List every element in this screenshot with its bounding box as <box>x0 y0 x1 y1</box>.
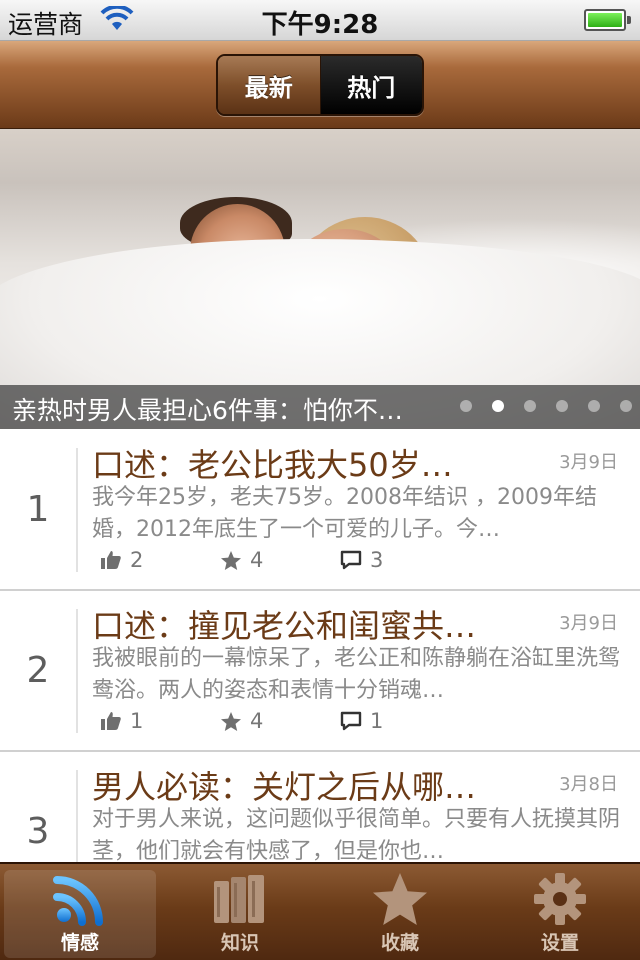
favorite-count-value: 4 <box>250 709 264 733</box>
rss-icon <box>53 870 107 928</box>
article-title: 男人必读：关灯之后从哪… <box>92 768 477 806</box>
article-title: 口述：撞见老公和闺蜜共… <box>92 607 477 645</box>
article-rank: 2 <box>26 650 50 691</box>
article-summary: 对于男人来说，这问题似乎很简单。只要有人抚摸其阴茎，他们就会有快感了，但是你也… <box>92 807 620 862</box>
featured-banner[interactable]: 亲热时男人最担心6件事：怕你不… <box>0 129 640 429</box>
page-dot-active <box>492 400 504 412</box>
segment-latest[interactable]: 最新 <box>218 56 321 114</box>
divider <box>76 609 78 733</box>
page-indicator[interactable] <box>440 400 632 412</box>
tab-emotion[interactable]: 情感 <box>4 870 156 958</box>
page-dot <box>460 400 472 412</box>
gear-icon <box>532 870 588 928</box>
article-summary: 我被眼前的一幕惊呆了，老公正和陈静躺在浴缸里洗鸳鸯浴。两人的姿态和表情十分销魂… <box>92 646 620 703</box>
star-icon <box>221 711 241 731</box>
divider <box>76 448 78 572</box>
tab-label: 情感 <box>60 932 99 954</box>
comment-count: 3 <box>340 548 383 572</box>
article-stats: 1 4 1 <box>100 709 620 739</box>
comment-count: 1 <box>340 709 383 733</box>
tab-label: 收藏 <box>380 932 419 954</box>
page-dot <box>588 400 600 412</box>
battery-icon <box>584 9 631 31</box>
navigation-bar: 最新 热门 <box>0 41 640 129</box>
comment-count-value: 3 <box>370 548 384 572</box>
app-screen: 运营商 下午9:28 最新 热门 亲热时男人最担心6件事：怕你不… 1 口述：老… <box>0 0 640 960</box>
article-date: 3月9日 <box>559 613 618 634</box>
banner-caption-bar: 亲热时男人最担心6件事：怕你不… <box>0 385 640 429</box>
banner-caption: 亲热时男人最担心6件事：怕你不… <box>12 396 403 425</box>
article-rank: 1 <box>26 489 50 530</box>
page-dot <box>556 400 568 412</box>
tab-label: 设置 <box>540 932 579 954</box>
status-bar: 运营商 下午9:28 <box>0 0 640 41</box>
segment-hot[interactable]: 热门 <box>320 56 422 114</box>
divider <box>76 770 78 862</box>
comment-icon <box>340 711 362 731</box>
thumbs-up-icon <box>101 551 121 569</box>
comment-icon <box>340 550 362 570</box>
page-dot <box>620 400 632 412</box>
article-rank: 3 <box>26 811 50 852</box>
article-date: 3月9日 <box>559 452 618 473</box>
clock-time: 下午9:28 <box>261 10 379 40</box>
thumbs-up-icon <box>101 712 121 730</box>
sort-segmented-control: 最新 热门 <box>216 54 424 116</box>
favorite-count-value: 4 <box>250 548 264 572</box>
favorite-count: 4 <box>220 709 263 733</box>
article-stats: 2 4 3 <box>100 548 620 578</box>
banner-image <box>0 129 640 429</box>
books-icon <box>212 870 268 928</box>
article-row[interactable]: 3 男人必读：关灯之后从哪… 3月8日 对于男人来说，这问题似乎很简单。只要有人… <box>0 752 640 862</box>
article-title: 口述：老公比我大50岁… <box>92 446 453 484</box>
tab-bar: 情感 知识 收藏 设置 <box>0 862 640 960</box>
tab-label: 知识 <box>220 932 259 954</box>
article-row[interactable]: 2 口述：撞见老公和闺蜜共… 3月9日 我被眼前的一幕惊呆了，老公正和陈静躺在浴… <box>0 591 640 752</box>
star-icon <box>221 550 241 570</box>
like-count-value: 1 <box>130 709 144 733</box>
article-summary: 我今年25岁，老夫75岁。2008年结识 ，2009年结婚，2012年底生了一个… <box>92 485 597 542</box>
article-date: 3月8日 <box>559 774 618 795</box>
star-icon <box>370 870 430 928</box>
favorite-count: 4 <box>220 548 263 572</box>
comment-count-value: 1 <box>370 709 384 733</box>
article-list[interactable]: 1 口述：老公比我大50岁… 3月9日 我今年25岁，老夫75岁。2008年结识… <box>0 430 640 862</box>
article-row[interactable]: 1 口述：老公比我大50岁… 3月9日 我今年25岁，老夫75岁。2008年结识… <box>0 430 640 591</box>
like-count: 1 <box>100 709 143 733</box>
page-dot <box>524 400 536 412</box>
like-count-value: 2 <box>130 548 144 572</box>
tab-knowledge[interactable]: 知识 <box>164 870 316 958</box>
like-count: 2 <box>100 548 143 572</box>
tab-favorites[interactable]: 收藏 <box>324 870 476 958</box>
tab-settings[interactable]: 设置 <box>484 870 636 958</box>
